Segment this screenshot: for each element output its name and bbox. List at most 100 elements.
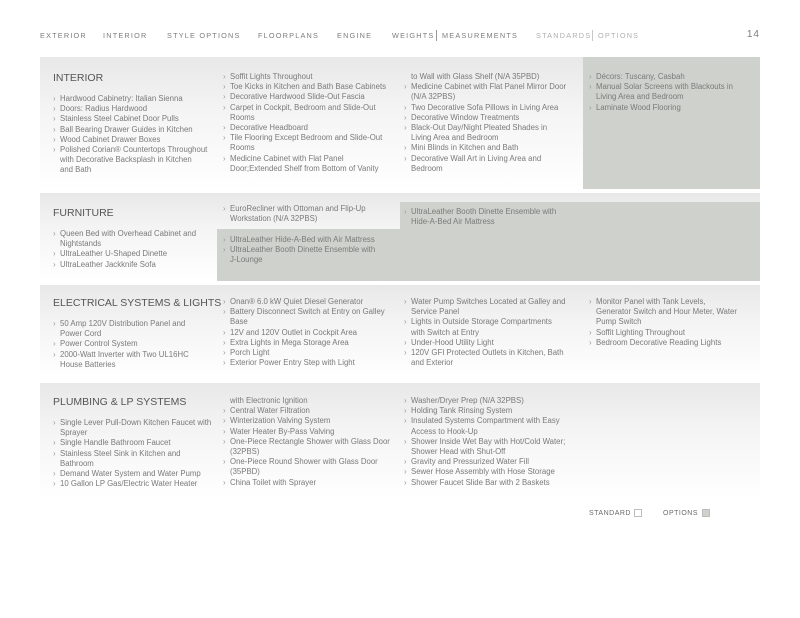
list-item: Living Area and Bedroom (596, 92, 684, 102)
list-item: Battery Disconnect Switch at Entry on Ga… (223, 307, 403, 317)
list-item: Power Control System (53, 339, 223, 349)
list-item: Shower Faucet Slide Bar with 2 Baskets (404, 478, 584, 488)
nav-exterior[interactable]: EXTERIOR (40, 31, 87, 40)
electrical-col-3: Water Pump Switches Located at Galley an… (404, 297, 584, 368)
list-item: Single Lever Pull-Down Kitchen Faucet wi… (53, 418, 223, 428)
list-item: Insulated Systems Compartment with Easy (404, 416, 584, 426)
interior-col-3: to Wall with Glass Shelf (N/A 35PBD) Med… (404, 72, 580, 174)
list-item: Decorative Hardwood Slide-Out Fascia (223, 92, 403, 102)
list-item: Power Cord (60, 329, 102, 339)
list-item: Mini Blinds in Kitchen and Bath (404, 143, 580, 153)
list-item: Rooms (230, 143, 255, 153)
list-item: Under-Hood Utility Light (404, 338, 584, 348)
list-item: Sewer Hose Assembly with Hose Storage (404, 467, 584, 477)
list-item: Polished Corian® Countertops Throughout (53, 145, 223, 155)
page-number: 14 (746, 29, 760, 40)
list-item: Exterior Power Entry Step with Light (223, 358, 403, 368)
section-title: INTERIOR (53, 72, 104, 84)
section-title: ELECTRICAL SYSTEMS & LIGHTS (53, 297, 222, 309)
list-item: Ball Bearing Drawer Guides in Kitchen (53, 125, 223, 135)
interior-col-2: Soffit Lights Throughout Toe Kicks in Ki… (223, 72, 403, 174)
electrical-col-1: 50 Amp 120V Distribution Panel and Power… (53, 319, 223, 370)
interior-col-4: Décors: Tuscany, Casbah Manual Solar Scr… (589, 72, 757, 113)
list-item: Shower Inside Wet Bay with Hot/Cold Wate… (404, 437, 584, 447)
furniture-col-1: Queen Bed with Overhead Cabinet and Nigh… (53, 229, 223, 270)
list-item: China Toilet with Sprayer (223, 478, 403, 488)
list-item: Shower Head with Shut-Off (411, 447, 506, 457)
list-item: Queen Bed with Overhead Cabinet and (53, 229, 223, 239)
list-item: Medicine Cabinet with Flat Panel (223, 154, 403, 164)
list-item: (32PBS) (230, 447, 260, 457)
list-item: Medicine Cabinet with Flat Panel Mirror … (404, 82, 580, 92)
list-item: House Batteries (60, 359, 116, 369)
nav-measurements[interactable]: MEASUREMENTS (442, 31, 518, 40)
list-item: Hardwood Cabinetry: Italian Sienna (53, 94, 223, 104)
list-item: Decorative Window Treatments (404, 113, 580, 123)
list-item: Toe Kicks in Kitchen and Bath Base Cabin… (223, 82, 403, 92)
nav-engine[interactable]: ENGINE (337, 31, 372, 40)
list-item: Washer/Dryer Prep (N/A 32PBS) (404, 396, 584, 406)
list-item: to Wall with Glass Shelf (N/A 35PBD) (411, 72, 540, 81)
plumbing-section: PLUMBING & LP SYSTEMS Single Lever Pull-… (40, 383, 760, 499)
list-item: Living Area and Bedroom (411, 133, 499, 143)
list-item: Soffit Lights Throughout (223, 72, 403, 82)
list-item: 120V GFI Protected Outlets in Kitchen, B… (404, 348, 584, 358)
list-item: Decorative Headboard (223, 123, 403, 133)
plumbing-col-1: Single Lever Pull-Down Kitchen Faucet wi… (53, 418, 223, 490)
list-item: with Switch at Entry (411, 327, 480, 337)
list-item: Water Pump Switches Located at Galley an… (404, 297, 584, 307)
nav-standards[interactable]: STANDARDS (536, 31, 591, 40)
interior-section: INTERIOR Hardwood Cabinetry: Italian Sie… (40, 57, 760, 189)
list-item: Access to Hook-Up (411, 426, 478, 436)
list-item: Single Handle Bathroom Faucet (53, 438, 223, 448)
nav-separator (436, 30, 437, 41)
furniture-col-2b: UltraLeather Hide-A-Bed with Air Mattres… (223, 235, 399, 266)
furniture-col-2a: EuroRecliner with Ottoman and Flip-Up Wo… (223, 204, 399, 224)
list-item: Stainless Steel Sink in Kitchen and (53, 449, 223, 459)
nav-options[interactable]: OPTIONS (598, 31, 639, 40)
list-item: Water Heater By-Pass Valving (223, 427, 403, 437)
list-item: Bedroom (411, 163, 443, 173)
list-item: Monitor Panel with Tank Levels, (589, 297, 757, 307)
legend-standard-label: STANDARD (589, 510, 631, 517)
list-item: Central Water Filtration (223, 406, 403, 416)
list-item: Winterization Valving System (223, 416, 403, 426)
list-item: Stainless Steel Cabinet Door Pulls (53, 114, 223, 124)
nav-style-options[interactable]: STYLE OPTIONS (167, 31, 241, 40)
list-item: Hide-A-Bed Air Mattress (411, 217, 495, 227)
list-item: Tile Flooring Except Bedroom and Slide-O… (223, 133, 403, 143)
list-item: UltraLeather Booth Dinette Ensemble with (223, 245, 399, 255)
list-item: Extra Lights in Mega Storage Area (223, 338, 403, 348)
legend-options-label: OPTIONS (663, 510, 699, 517)
furniture-section: FURNITURE Queen Bed with Overhead Cabine… (40, 193, 760, 281)
list-item: One-Piece Rectangle Shower with Glass Do… (223, 437, 403, 447)
nav-floorplans[interactable]: FLOORPLANS (258, 31, 319, 40)
nav-weights[interactable]: WEIGHTS (392, 31, 434, 40)
top-nav: EXTERIOR INTERIOR STYLE OPTIONS FLOORPLA… (40, 30, 760, 43)
list-item: Holding Tank Rinsing System (404, 406, 584, 416)
section-title: FURNITURE (53, 207, 114, 219)
list-item: Gravity and Pressurized Water Fill (404, 457, 584, 467)
list-item: Wood Cabinet Drawer Boxes (53, 135, 223, 145)
list-item: Door;Extended Shelf from Bottom of Vanit… (230, 163, 379, 173)
list-item: Generator Switch and Hour Meter, Water (596, 307, 737, 317)
list-item: 12V and 120V Outlet in Cockpit Area (223, 328, 403, 338)
nav-separator (592, 30, 593, 41)
options-swatch (702, 509, 710, 517)
list-item: Black-Out Day/Night Pleated Shades in (404, 123, 580, 133)
list-item: Pump Switch (596, 317, 642, 327)
list-item: Service Panel (411, 307, 460, 317)
electrical-col-4: Monitor Panel with Tank Levels, Generato… (589, 297, 757, 348)
list-item: Base (230, 317, 248, 327)
list-item: Two Decorative Sofa Pillows in Living Ar… (404, 103, 580, 113)
list-item: Doors: Radius Hardwood (53, 104, 223, 114)
list-item: Décors: Tuscany, Casbah (589, 72, 757, 82)
list-item: Carpet in Cockpit, Bedroom and Slide-Out (223, 103, 403, 113)
standard-swatch (634, 509, 642, 517)
nav-interior[interactable]: INTERIOR (103, 31, 147, 40)
list-item: Bedroom Decorative Reading Lights (589, 338, 757, 348)
list-item: J-Lounge (230, 255, 263, 265)
list-item: with Decorative Backsplash in Kitchen (60, 155, 192, 165)
list-item: One-Piece Round Shower with Glass Door (223, 457, 403, 467)
list-item: (N/A 32PBS) (411, 92, 456, 102)
